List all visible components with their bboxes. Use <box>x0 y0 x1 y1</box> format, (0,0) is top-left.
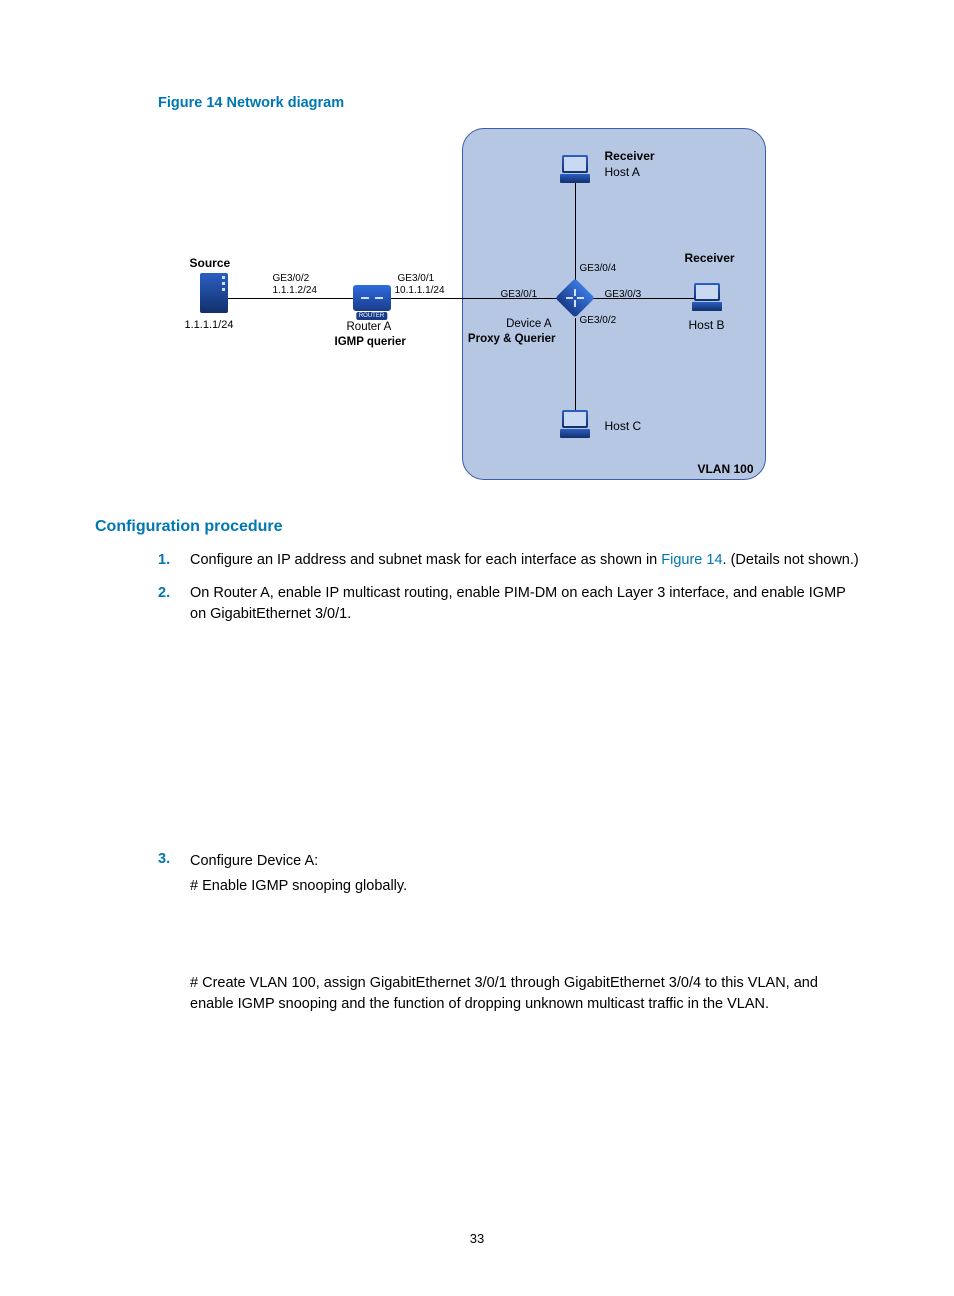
routera-role: IGMP querier <box>335 336 406 348</box>
routera-right-if: GE3/0/1 <box>398 273 435 284</box>
figure-title: Figure 14 Network diagram <box>158 95 859 111</box>
step3-text: Configure Device A: <box>190 851 859 872</box>
hostb-name: Host B <box>689 318 725 332</box>
source-ip: 1.1.1.1/24 <box>185 319 234 331</box>
routera-name: Router A <box>347 321 392 333</box>
source-title: Source <box>190 256 231 270</box>
page-number: 33 <box>0 1231 954 1246</box>
devicea-p2: GE3/0/2 <box>580 315 617 326</box>
routera-right-ip: 10.1.1.1/24 <box>395 285 445 296</box>
server-icon <box>200 273 228 313</box>
network-diagram: Source 1.1.1.1/24 ROUTER GE3/0/2 1.1.1.2… <box>185 123 770 488</box>
hosta-title: Receiver <box>605 149 655 163</box>
hosta-name: Host A <box>605 165 640 179</box>
step3a-text: # Enable IGMP snooping globally. <box>190 876 859 897</box>
step-2: On Router A, enable IP multicast routing… <box>158 583 859 625</box>
host-b-icon <box>692 283 722 311</box>
step-1: Configure an IP address and subnet mask … <box>158 550 859 571</box>
link-devicea-hostc <box>575 318 576 413</box>
devicea-name: Device A <box>492 318 552 330</box>
step1-post: . (Details not shown.) <box>723 552 859 568</box>
vlan-label: VLAN 100 <box>697 462 753 476</box>
section-configuration-procedure: Configuration procedure <box>95 518 859 536</box>
hostc-name: Host C <box>605 419 642 433</box>
step3b-text: # Create VLAN 100, assign GigabitEtherne… <box>190 973 859 1015</box>
host-c-icon <box>560 410 590 438</box>
host-a-icon <box>560 155 590 183</box>
figure-14-link[interactable]: Figure 14 <box>661 552 722 568</box>
devicea-p4: GE3/0/4 <box>580 263 617 274</box>
devicea-p3: GE3/0/3 <box>605 289 642 300</box>
step1-pre: Configure an IP address and subnet mask … <box>190 552 661 568</box>
steps-list: Configure an IP address and subnet mask … <box>95 550 859 625</box>
routera-left-if: GE3/0/2 <box>273 273 310 284</box>
routera-left-ip: 1.1.1.2/24 <box>273 285 317 296</box>
devicea-p1: GE3/0/1 <box>501 289 538 300</box>
hostb-title: Receiver <box>685 251 735 265</box>
devicea-role: Proxy & Querier <box>466 333 556 345</box>
link-devicea-hosta <box>575 183 576 288</box>
link-source-router <box>225 298 355 299</box>
router-icon: ROUTER <box>353 285 391 311</box>
step3-number: 3. <box>158 851 170 867</box>
